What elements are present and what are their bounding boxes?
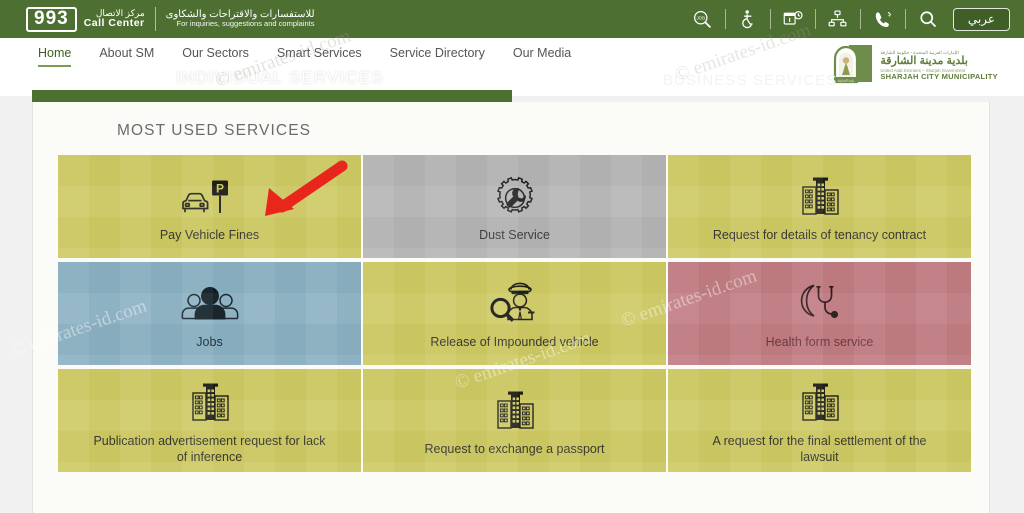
svg-text:بلدية الشارقة: بلدية الشارقة: [838, 79, 855, 83]
call-center-block[interactable]: 993 مركز الاتصال Call Center للاستفسارات…: [26, 4, 315, 34]
main-menu: Home About SM Our Sectors Smart Services…: [38, 46, 599, 67]
service-tile-label: Request to exchange a passport: [424, 441, 605, 456]
car-parking-sign-icon: P: [179, 170, 241, 222]
logo-text-block: الإمارات العربية المتحدة - حكومة الشارقة…: [880, 50, 998, 82]
call-center-label: مركز الاتصال Call Center: [83, 8, 145, 30]
icon-divider: [814, 9, 816, 29]
services-grid: P Pay Vehicle Fines Dust Service Request…: [58, 155, 971, 472]
building-icon: [792, 170, 848, 222]
people-group-icon: [177, 277, 243, 329]
nav-item-smart-services[interactable]: Smart Services: [277, 46, 362, 65]
sitemap-icon[interactable]: [823, 4, 853, 34]
nav-item-about-sm[interactable]: About SM: [99, 46, 154, 65]
call-center-divider: [154, 7, 156, 31]
service-tile-label: Request for details of tenancy contract: [712, 227, 927, 242]
stethoscope-crescent-icon: [790, 277, 850, 329]
call-center-label-en: Call Center: [83, 17, 145, 30]
service-tile-tenancy-contract-details[interactable]: Request for details of tenancy contract: [668, 155, 971, 258]
service-tile-jobs[interactable]: Jobs: [58, 262, 361, 365]
service-tile-label: A request for the final settlement of th…: [712, 434, 927, 464]
municipality-crest-icon: بلدية الشارقة: [834, 45, 873, 84]
service-tile-pay-vehicle-fines[interactable]: P Pay Vehicle Fines: [58, 155, 361, 258]
working-hours-icon[interactable]: [778, 4, 808, 34]
service-tile-exchange-passport[interactable]: Request to exchange a passport: [363, 369, 666, 472]
page-root: 993 مركز الاتصال Call Center للاستفسارات…: [0, 0, 1024, 513]
building-icon: [487, 384, 543, 436]
svg-text:JOB: JOB: [697, 15, 706, 20]
gear-wrench-icon: [490, 170, 540, 222]
svg-text:P: P: [215, 181, 223, 195]
service-tile-label: Release of Impounded vehicle: [430, 334, 599, 349]
nav-item-our-media[interactable]: Our Media: [513, 46, 571, 65]
top-icon-bar: JOB عربي: [688, 4, 1010, 34]
nav-item-our-sectors[interactable]: Our Sectors: [182, 46, 249, 65]
logo-line-english-main: SHARJAH CITY MUNICIPALITY: [880, 72, 998, 82]
most-used-services-card: MOST USED SERVICES P Pay Vehicle Fines D…: [32, 102, 990, 513]
call-center-tagline-en: For inquiries, suggestions and complaint…: [176, 19, 315, 29]
service-tile-label: Publication advertisement request for la…: [93, 434, 326, 464]
service-tile-label: Health form service: [765, 334, 874, 349]
icon-divider: [724, 9, 726, 29]
accessibility-icon[interactable]: [733, 4, 763, 34]
service-tile-final-settlement-lawsuit[interactable]: A request for the final settlement of th…: [668, 369, 971, 472]
call-center-tagline: للاستفسارات والاقتراحات والشكاوى For inq…: [166, 9, 315, 29]
sharjah-municipality-logo[interactable]: بلدية الشارقة الإمارات العربية المتحدة -…: [829, 44, 998, 88]
page-title: MOST USED SERVICES: [117, 122, 312, 139]
nav-item-home[interactable]: Home: [38, 46, 72, 67]
service-tile-label: Pay Vehicle Fines: [159, 227, 260, 242]
language-toggle-button[interactable]: عربي: [952, 7, 1010, 31]
individual-services-tab-bar: [32, 90, 512, 102]
icon-divider: [769, 9, 771, 29]
service-tile-label: Dust Service: [479, 227, 550, 242]
navigation-bar: Home About SM Our Sectors Smart Services…: [0, 38, 1024, 96]
service-tile-health-form-service[interactable]: Health form service: [668, 262, 971, 365]
contact-phone-icon[interactable]: [868, 4, 898, 34]
service-tile-release-impounded-vehicle[interactable]: Release of Impounded vehicle: [363, 262, 666, 365]
icon-divider: [859, 9, 861, 29]
service-tile-publication-advertisement-request[interactable]: Publication advertisement request for la…: [58, 369, 361, 472]
icon-divider: [904, 9, 906, 29]
nav-item-service-directory[interactable]: Service Directory: [390, 46, 485, 65]
officer-magnifier-icon: [485, 277, 545, 329]
job-search-icon[interactable]: JOB: [688, 4, 718, 34]
building-icon: [182, 376, 238, 428]
call-center-number: 993: [26, 6, 77, 32]
building-icon: [792, 376, 848, 428]
search-icon[interactable]: [913, 4, 943, 34]
top-utility-bar: 993 مركز الاتصال Call Center للاستفسارات…: [0, 0, 1024, 38]
service-tile-dust-service[interactable]: Dust Service: [363, 155, 666, 258]
logo-line-arabic-main: بلدية مدينة الشارقة: [880, 55, 968, 68]
service-tile-label: Jobs: [196, 334, 223, 349]
vertical-scrollbar[interactable]: [1016, 96, 1024, 513]
